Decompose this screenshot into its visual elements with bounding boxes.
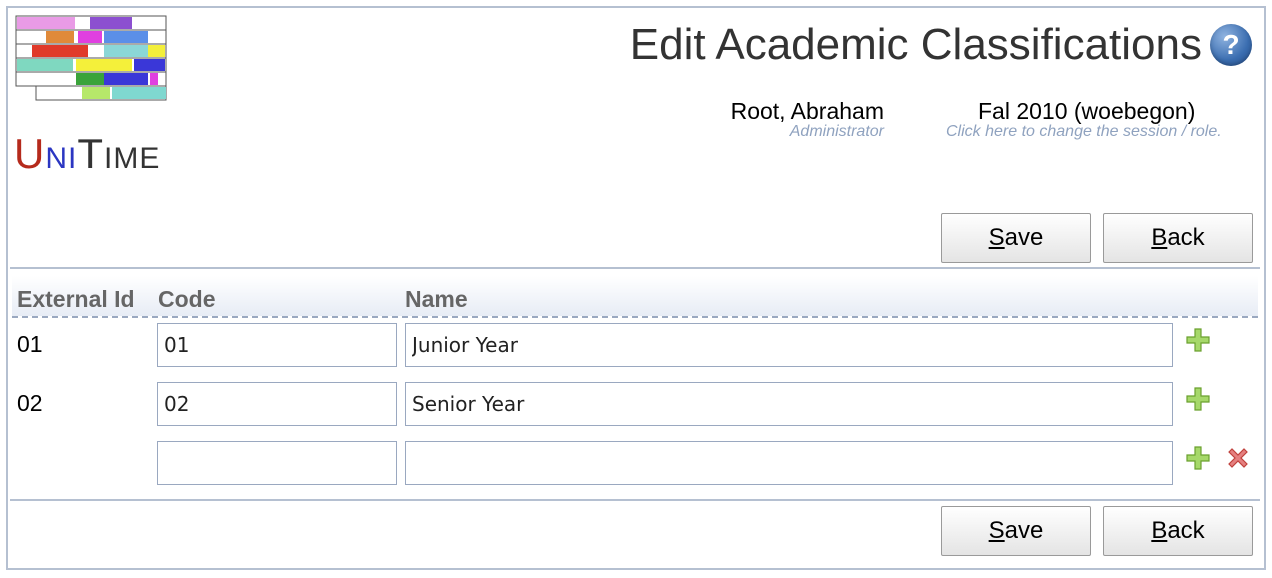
- name-input[interactable]: [405, 323, 1173, 367]
- user-name: Root, Abraham: [730, 98, 884, 124]
- plus-icon[interactable]: [1185, 386, 1211, 412]
- name-input[interactable]: [405, 382, 1173, 426]
- name-input[interactable]: [405, 441, 1173, 485]
- table-header: External Id Code Name: [12, 276, 1258, 318]
- code-input[interactable]: [157, 382, 397, 426]
- column-external-id: External Id: [17, 286, 135, 312]
- external-id-cell: 02: [17, 390, 43, 416]
- session-change-link[interactable]: Click here to change the session / role.: [946, 123, 1222, 141]
- column-name: Name: [405, 286, 468, 312]
- save-button-top[interactable]: Save: [941, 213, 1091, 263]
- session-name[interactable]: Fal 2010 (woebegon): [978, 98, 1195, 125]
- plus-icon[interactable]: [1185, 445, 1211, 471]
- page-title: Edit Academic Classifications: [629, 20, 1202, 69]
- column-code: Code: [158, 286, 216, 312]
- logo-grid-icon: [15, 15, 167, 101]
- back-button-bottom[interactable]: Back: [1103, 506, 1253, 556]
- back-button-top[interactable]: Back: [1103, 213, 1253, 263]
- logo-wordmark: UNITIME: [14, 130, 161, 177]
- unitime-logo: UNITIME: [14, 14, 174, 184]
- save-button-bottom[interactable]: Save: [941, 506, 1091, 556]
- delete-x-icon[interactable]: [1225, 445, 1251, 471]
- code-input[interactable]: [157, 323, 397, 367]
- help-icon[interactable]: ?: [1210, 24, 1252, 66]
- header-divider: [10, 267, 1260, 269]
- external-id-cell: 01: [17, 331, 43, 357]
- plus-icon[interactable]: [1185, 327, 1211, 353]
- footer-divider: [10, 499, 1260, 501]
- code-input[interactable]: [157, 441, 397, 485]
- user-role: Administrator: [789, 123, 884, 140]
